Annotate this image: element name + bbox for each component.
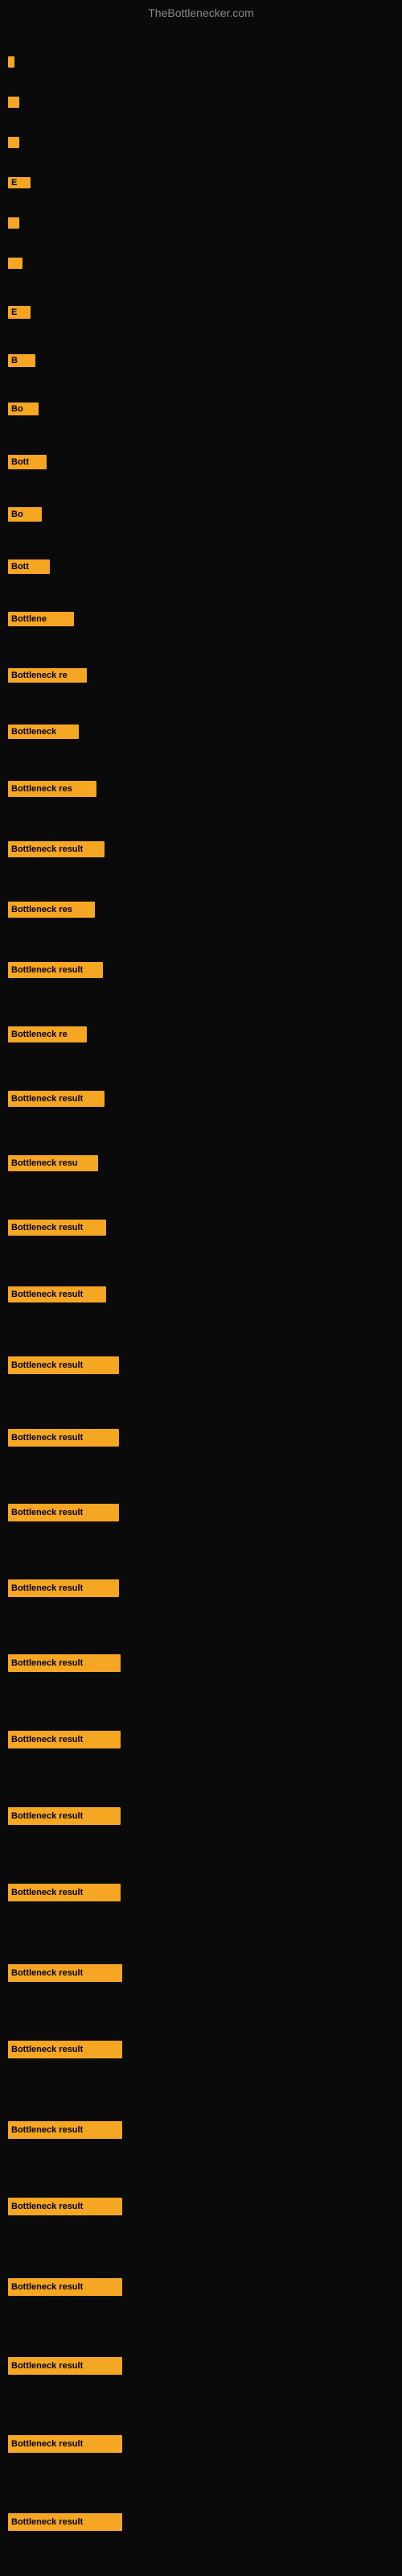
bar-label-13: Bottlene [11, 614, 47, 624]
bar-label-14: Bottleneck re [11, 671, 68, 680]
bar-label-11: Bo [11, 510, 23, 519]
bar-item-38: Bottleneck result [8, 2357, 122, 2375]
bar-item-28: Bottleneck result [8, 1579, 119, 1597]
bar-label-8: B [11, 356, 18, 365]
bar-label-16: Bottleneck res [11, 784, 72, 794]
bar-item-37: Bottleneck result [8, 2278, 122, 2296]
bar-label-37: Bottleneck result [11, 2282, 83, 2292]
bar-label-28: Bottleneck result [11, 1583, 83, 1593]
bar-item-36: Bottleneck result [8, 2198, 122, 2215]
bar-item-5 [8, 217, 19, 229]
bar-item-2 [8, 97, 19, 108]
bar-item-26: Bottleneck result [8, 1429, 119, 1447]
bar-label-18: Bottleneck res [11, 905, 72, 914]
bar-label-23: Bottleneck result [11, 1223, 83, 1232]
bar-label-35: Bottleneck result [11, 2125, 83, 2135]
bar-item-1 [8, 56, 14, 68]
bar-label-20: Bottleneck re [11, 1030, 68, 1039]
bar-label-34: Bottleneck result [11, 2045, 83, 2054]
bar-item-7: E [8, 306, 31, 319]
bar-item-12: Bott [8, 559, 50, 574]
bar-item-20: Bottleneck re [8, 1026, 87, 1042]
bar-label-15: Bottleneck [11, 727, 56, 737]
bar-item-35: Bottleneck result [8, 2121, 122, 2139]
bar-label-21: Bottleneck result [11, 1094, 83, 1104]
bar-label-12: Bott [11, 562, 29, 572]
bar-item-21: Bottleneck result [8, 1091, 105, 1107]
bar-item-11: Bo [8, 507, 42, 522]
bar-label-9: Bo [11, 404, 23, 414]
bar-label-32: Bottleneck result [11, 1888, 83, 1897]
bar-label-26: Bottleneck result [11, 1433, 83, 1443]
bar-item-31: Bottleneck result [8, 1807, 121, 1825]
bar-label-30: Bottleneck result [11, 1735, 83, 1744]
bar-label-38: Bottleneck result [11, 2361, 83, 2371]
bar-label-40: Bottleneck result [11, 2517, 83, 2527]
bar-item-33: Bottleneck result [8, 1964, 122, 1982]
bar-item-8: B [8, 354, 35, 367]
bar-label-22: Bottleneck resu [11, 1158, 78, 1168]
bar-item-22: Bottleneck resu [8, 1155, 98, 1171]
bar-item-24: Bottleneck result [8, 1286, 106, 1302]
bar-label-24: Bottleneck result [11, 1290, 83, 1299]
bar-label-29: Bottleneck result [11, 1658, 83, 1668]
bar-label-27: Bottleneck result [11, 1508, 83, 1517]
bar-item-17: Bottleneck result [8, 841, 105, 857]
bar-label-36: Bottleneck result [11, 2202, 83, 2211]
bar-label-17: Bottleneck result [11, 844, 83, 854]
bar-label-10: Bott [11, 457, 29, 467]
bar-item-3 [8, 137, 19, 148]
bar-item-14: Bottleneck re [8, 668, 87, 683]
bar-item-39: Bottleneck result [8, 2435, 122, 2453]
chart-area: TheBottlenecker.com E E B Bo Bott Bo Bott Bottl… [0, 0, 402, 2576]
bar-item-9: Bo [8, 402, 39, 415]
bar-item-29: Bottleneck result [8, 1654, 121, 1672]
bar-label-33: Bottleneck result [11, 1968, 83, 1978]
bar-item-16: Bottleneck res [8, 781, 96, 797]
bar-label-25: Bottleneck result [11, 1360, 83, 1370]
bar-item-13: Bottlene [8, 612, 74, 626]
bar-item-18: Bottleneck res [8, 902, 95, 918]
bar-item-23: Bottleneck result [8, 1220, 106, 1236]
bar-item-25: Bottleneck result [8, 1356, 119, 1374]
bar-item-4: E [8, 177, 31, 188]
bar-label-4: E [11, 178, 17, 188]
bar-item-34: Bottleneck result [8, 2041, 122, 2058]
bar-item-32: Bottleneck result [8, 1884, 121, 1901]
site-title: TheBottlenecker.com [0, 0, 402, 23]
bar-item-19: Bottleneck result [8, 962, 103, 978]
bar-item-30: Bottleneck result [8, 1731, 121, 1748]
bar-label-19: Bottleneck result [11, 965, 83, 975]
bar-label-31: Bottleneck result [11, 1811, 83, 1821]
bar-item-27: Bottleneck result [8, 1504, 119, 1521]
bar-label-7: E [11, 308, 17, 317]
bar-item-10: Bott [8, 455, 47, 469]
bar-item-15: Bottleneck [8, 724, 79, 739]
bar-item-40: Bottleneck result [8, 2513, 122, 2531]
bar-label-39: Bottleneck result [11, 2439, 83, 2449]
bar-item-6 [8, 258, 23, 269]
